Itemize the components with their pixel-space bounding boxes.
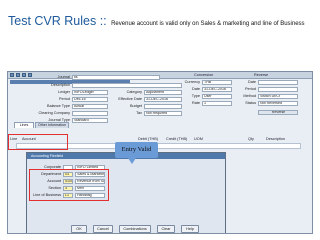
tab-lines[interactable]: Lines [14,122,34,128]
highlight-line-account [8,134,68,150]
method-field[interactable]: Switch Dr/Cr [258,94,298,99]
description-label: Description [51,83,70,87]
col-qty: Qty [248,137,254,141]
budget-field[interactable] [144,104,182,109]
effective-date-label: Effective Date [118,97,142,101]
journal-entry-window: Journal ks Description Ledger INFOLedger… [7,71,313,234]
rev-period-field[interactable] [258,87,298,92]
conv-type-field[interactable]: User [202,94,232,99]
toolbar-icon[interactable] [16,73,20,77]
journal-field[interactable]: ks [72,75,160,80]
col-credit: Credit (THB) [166,137,188,141]
rev-date-label: Date [247,80,256,84]
toolbar-icon[interactable] [10,73,14,77]
reverse-heading: Reverse [254,73,269,77]
ledger-label: Ledger [58,90,70,94]
title-main: Test CVR Rules :: [8,14,107,28]
budget-label: Budget [129,104,142,108]
conv-date-field[interactable]: 31-DEC-2016 [202,87,232,92]
col-debit: Debit (THB) [138,137,159,141]
currency-field[interactable]: THB [202,80,232,85]
rev-date-field[interactable] [258,80,298,85]
status-field[interactable]: Not Reversed [258,101,298,106]
conv-type-label: Type [191,94,200,98]
balance-type-label: Balance Type [47,104,70,108]
clearing-company-label: Clearing Company [38,111,70,115]
title-sub: Revenue account is valid only on Sales &… [111,21,305,27]
description-field[interactable] [72,83,182,88]
method-label: Method [243,94,256,98]
period-field[interactable]: Dec-16 [72,97,108,102]
clearing-company-field[interactable] [72,111,108,116]
toolbar-icon[interactable] [22,73,26,77]
status-label: Status [245,101,256,105]
period-label: Period [59,97,70,101]
combinations-button[interactable]: Combinations [119,225,151,233]
reverse-button[interactable]: Reverse [258,110,298,115]
callout-pointer [128,158,136,164]
tax-field[interactable]: Not Required [144,111,182,116]
journal-type-field[interactable]: Standard [72,118,108,123]
conversion-heading: Conversion [194,73,214,77]
conv-date-label: Date [191,87,200,91]
highlight-flexfield [29,169,109,201]
effective-date-field[interactable]: 31-DEC-2016 [144,97,182,102]
toolbar-icon[interactable] [28,73,32,77]
category-field[interactable]: Adjustment [144,90,182,95]
clear-button[interactable]: Clear [157,225,175,233]
col-description: Description [266,137,285,141]
tax-label: Tax [136,111,142,115]
slide-title: Test CVR Rules :: Revenue account is val… [8,15,313,30]
rate-field[interactable]: 1 [202,101,232,106]
entry-valid-callout: Entry Valid [115,142,158,158]
ledger-field[interactable]: INFOLedger [72,90,108,95]
accounting-flexfield-dialog: Accounting Flexfield Corporate INFO Limi… [26,152,226,233]
col-uom: UOM [194,137,203,141]
balance-type-field[interactable]: Actual [72,104,108,109]
tab-other-information[interactable]: Other Information [35,122,69,128]
help-button[interactable]: Help [181,225,199,233]
rate-label: Rate [191,101,200,105]
rev-period-label: Period [245,87,256,91]
category-label: Category [126,90,142,94]
journal-label: Journal [57,75,70,79]
currency-label: Currency [184,80,200,84]
cancel-button[interactable]: Cancel [93,225,113,233]
ok-button[interactable]: OK [71,225,87,233]
